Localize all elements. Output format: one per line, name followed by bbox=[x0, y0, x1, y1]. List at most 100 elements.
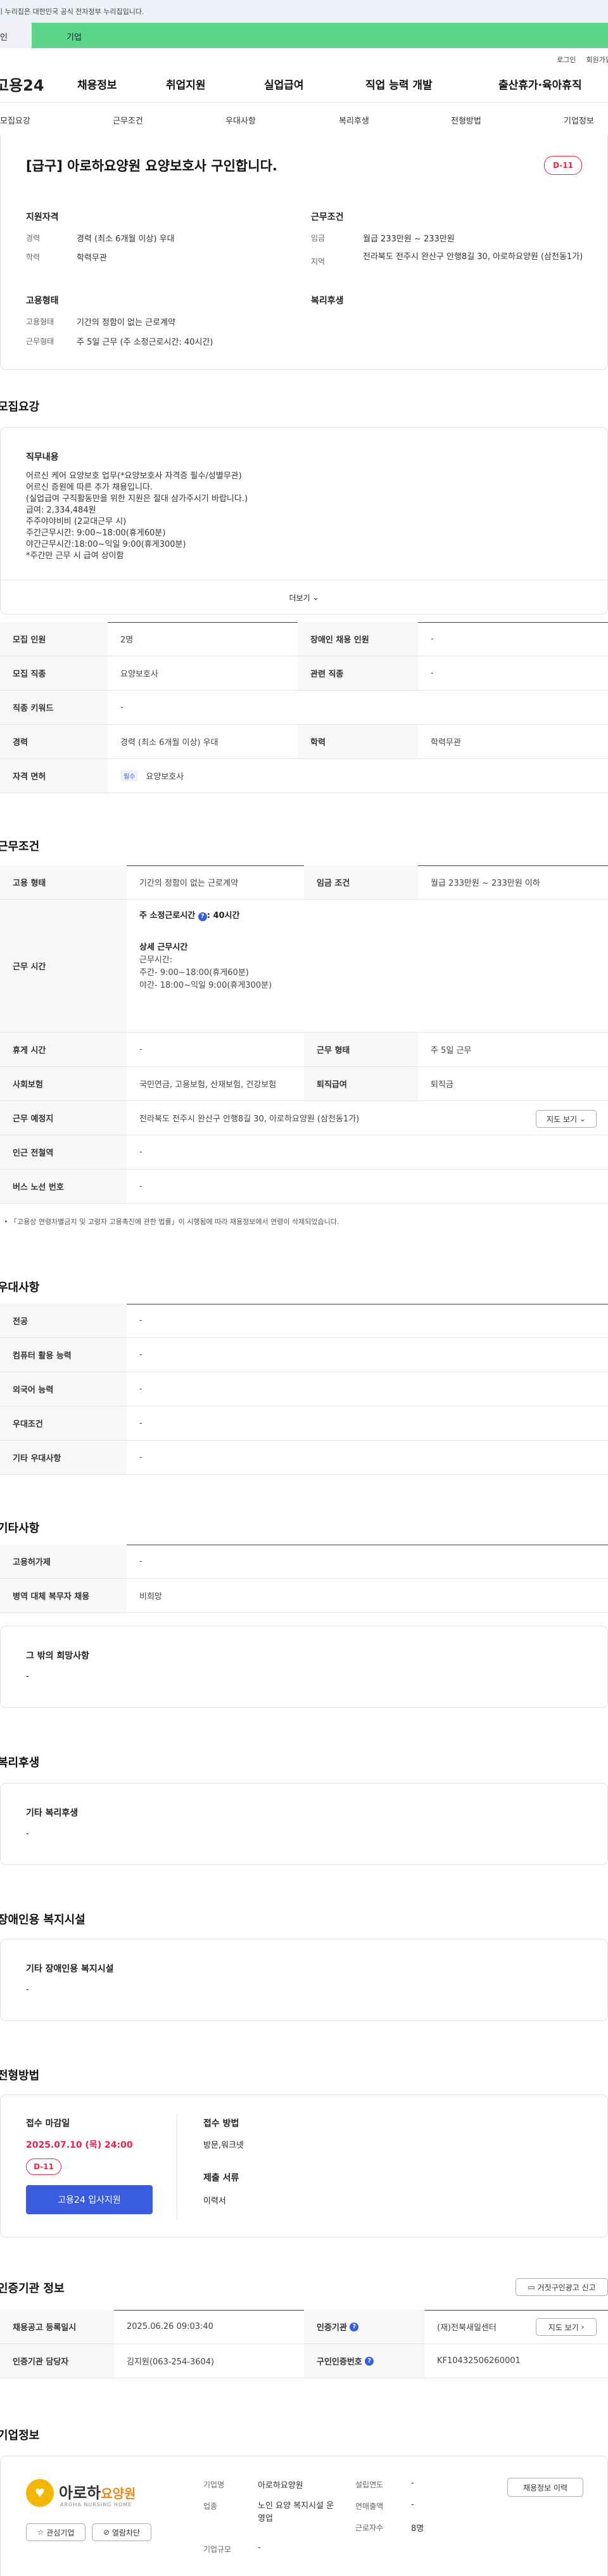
info-icon[interactable]: ? bbox=[365, 2356, 374, 2366]
other-wishes-value: - bbox=[26, 1672, 29, 1681]
table-row: 자격 면허 필수 요양보호사 bbox=[0, 759, 608, 793]
table-row: 기타 우대사항 - bbox=[0, 1441, 608, 1475]
edu-label: 학력 bbox=[26, 253, 41, 262]
logo-emblem-icon: ♥ bbox=[26, 2479, 54, 2507]
wage-label: 임금 bbox=[311, 234, 326, 243]
emp-type-value: 기간의 정함이 없는 근로계약 bbox=[77, 318, 175, 328]
info-icon[interactable]: ? bbox=[198, 912, 207, 921]
dday-badge: D-11 bbox=[544, 156, 582, 175]
job-content-title: 직무내용 bbox=[26, 452, 59, 462]
tab-personal[interactable]: 개인 bbox=[0, 23, 32, 48]
deadline-title: 접수 마감일 bbox=[26, 2119, 70, 2129]
deadline-value: 2025.07.10 (목) 24:00 bbox=[26, 2140, 133, 2150]
anchor-work[interactable]: 근무조건 bbox=[113, 114, 143, 126]
company-logo: ♥ 아로하요양원 AROHA NURSING HOME bbox=[26, 2475, 165, 2520]
chevron-right-icon: › bbox=[581, 2323, 585, 2331]
emp-title: 고용형태 bbox=[26, 296, 59, 306]
job-content-text: 어르신 케어 요양보호 업무(*요양보호사 자격증 필수/성별무관) 어르신 증원… bbox=[26, 471, 248, 561]
apply-button[interactable]: 고용24 입사지원 bbox=[26, 2185, 153, 2214]
table-row: 모집 직종 요양보호사 관련 직종 - bbox=[0, 656, 608, 691]
table-row: 근무 시간 주 소정근로시간 ?: 40시간 상세 근무시간 근무시간: 주간-… bbox=[0, 900, 608, 1033]
selection-box: 접수 마감일 2025.07.10 (목) 24:00 D-11 고용24 입사… bbox=[0, 2095, 608, 2238]
gnb-employment-support[interactable]: 취업지원 bbox=[166, 76, 264, 92]
table-row: 고용 형태 기간의 정함이 없는 근로계약 임금 조건 월급 233만원 ~ 233… bbox=[0, 865, 608, 900]
chevron-down-icon: ⌄ bbox=[312, 593, 319, 602]
required-tag: 필수 bbox=[120, 770, 139, 782]
chevron-down-icon: ⌄ bbox=[579, 1114, 586, 1123]
anchor-pref[interactable]: 우대사항 bbox=[225, 114, 256, 126]
anchor-recruit[interactable]: 모집요강 bbox=[0, 114, 30, 126]
site-logo[interactable]: 고용24 bbox=[0, 73, 77, 95]
recruit-title: 모집요강 bbox=[0, 400, 40, 414]
welfare-title: 복리후생 bbox=[0, 1756, 40, 1769]
job-content-box: 직무내용 어르신 케어 요양보호 업무(*요양보호사 자격증 필수/성별무관) 어… bbox=[0, 427, 608, 615]
cert-title: 인증기관 정보 bbox=[0, 2282, 65, 2295]
work-type-value: 주 5일 근무 (주 소정근로시간: 40시간) bbox=[77, 338, 213, 347]
wage-value: 월급 233만원 ~ 233만원 bbox=[363, 234, 455, 244]
cert-map-button[interactable]: 지도 보기 › bbox=[536, 2318, 597, 2336]
table-row: 채용공고 등록일시 2025.06.26 09:03:40 인증기관 ? (재)전북… bbox=[0, 2310, 608, 2344]
table-row: 인증기관 담당자 김지원(063-254-3604) 구인인증번호 ? KF1043… bbox=[0, 2344, 608, 2378]
document-icon: ▭ bbox=[528, 2283, 535, 2292]
job-summary-card: [급구] 아로하요양원 요양보호사 구인합니다. D-11 지원자격 경력 경력… bbox=[0, 136, 608, 370]
global-nav: 고용24 채용정보 취업지원 실업급여 직업 능력 개발 출산휴가·육아휴직 bbox=[0, 66, 608, 103]
block-view-button[interactable]: ⊘ 열람차단 bbox=[92, 2523, 151, 2541]
company-title: 기업정보 bbox=[0, 2429, 40, 2442]
edu-value: 학력무관 bbox=[77, 253, 107, 263]
table-row: 인근 전철역 - bbox=[0, 1135, 608, 1170]
welfare-summary-title: 복리후생 bbox=[311, 296, 344, 306]
report-fake-ad-button[interactable]: ▭ 거짓구인광고 신고 bbox=[516, 2278, 608, 2296]
table-row: 병역 대체 복무자 채용 비희망 bbox=[0, 1579, 608, 1613]
dday-badge: D-11 bbox=[26, 2158, 61, 2175]
table-row: 직종 키워드 - bbox=[0, 691, 608, 725]
emp-type-label: 고용형태 bbox=[26, 317, 54, 326]
table-row: 고용허가제 - bbox=[0, 1545, 608, 1579]
favorite-company-button[interactable]: ☆ 관심기업 bbox=[26, 2523, 86, 2541]
table-row: 버스 노선 번호 - bbox=[0, 1170, 608, 1204]
login-link[interactable]: 로그인 bbox=[557, 54, 576, 66]
method-value: 방문,워크넷 bbox=[203, 2141, 244, 2150]
company-box: ♥ 아로하요양원 AROHA NURSING HOME ☆ 관심기업 ⊘ 열람차… bbox=[0, 2456, 608, 2576]
anchor-welfare[interactable]: 복리후생 bbox=[339, 114, 369, 126]
gnb-unemployment-benefit[interactable]: 실업급여 bbox=[264, 76, 365, 92]
table-row: 전공 - bbox=[0, 1304, 608, 1338]
welfare-box-title: 기타 복리후생 bbox=[26, 1808, 79, 1818]
pref-title: 우대사항 bbox=[0, 1281, 40, 1294]
doc-title: 제출 서류 bbox=[203, 2173, 239, 2183]
doc-value: 이력서 bbox=[203, 2197, 226, 2206]
block-icon: ⊘ bbox=[103, 2528, 110, 2537]
job-title: [급구] 아로하요양원 요양보호사 구인합니다. bbox=[26, 158, 277, 174]
map-view-button[interactable]: 지도 보기 ⌄ bbox=[536, 1110, 597, 1128]
loc-label: 지역 bbox=[311, 257, 326, 266]
loc-value: 전라북도 전주시 완산구 안행8길 30, 아로하요양원 (삼천동1가) bbox=[363, 252, 583, 262]
more-button[interactable]: 더보기 ⌄ bbox=[1, 580, 607, 615]
method-title: 접수 방법 bbox=[203, 2119, 239, 2129]
join-link[interactable]: 회원가입 bbox=[586, 54, 608, 66]
gnb-parental-leave[interactable]: 출산휴가·육아휴직 bbox=[498, 76, 582, 92]
disability-box-title: 기타 장애인용 복지시설 bbox=[26, 1964, 114, 1974]
other-wishes-box: 그 밖의 희망사항 - bbox=[0, 1626, 608, 1708]
anchor-selection[interactable]: 전형방법 bbox=[451, 114, 481, 126]
etc-title: 기타사항 bbox=[0, 1522, 40, 1535]
info-icon[interactable]: ? bbox=[350, 2322, 359, 2331]
section-anchor-tabs: 모집요강 근무조건 우대사항 복리후생 전형방법 기업정보 bbox=[0, 103, 608, 138]
table-row: 모집 인원 2명 장애인 채용 인원 - bbox=[0, 622, 608, 656]
job-history-button[interactable]: 채용정보 이력 bbox=[507, 2478, 583, 2497]
gnb-job-info[interactable]: 채용정보 bbox=[77, 76, 166, 92]
career-value: 경력 (최소 6개월 이상) 우대 bbox=[77, 234, 175, 244]
qual-title: 지원자격 bbox=[26, 212, 59, 222]
welfare-box-value: - bbox=[26, 1829, 29, 1839]
selection-title: 전형방법 bbox=[0, 2069, 40, 2082]
disability-box: 기타 장애인용 복지시설 - bbox=[0, 1939, 608, 2021]
disability-box-value: - bbox=[26, 1985, 29, 1994]
table-row: 휴게 시간 - 근무 형태 주 5일 근무 bbox=[0, 1033, 608, 1067]
career-label: 경력 bbox=[26, 234, 41, 243]
other-wishes-title: 그 밖의 희망사항 bbox=[26, 1651, 89, 1661]
age-notice: • 「고용상 연령차별금지 및 고령자 고용촉진에 관한 법률」이 시행됨에 따… bbox=[4, 1218, 339, 1226]
gnb-job-training[interactable]: 직업 능력 개발 bbox=[365, 76, 498, 92]
tab-company[interactable]: 기업 bbox=[32, 23, 608, 48]
welfare-box: 기타 복리후생 - bbox=[0, 1783, 608, 1865]
anchor-company[interactable]: 기업정보 bbox=[564, 114, 594, 126]
table-row: 사회보험 국민연금, 고용보험, 산재보험, 건강보험 퇴직급여 퇴직금 bbox=[0, 1067, 608, 1101]
table-row: 경력 경력 (최소 6개월 이상) 우대 학력 학력무관 bbox=[0, 725, 608, 759]
